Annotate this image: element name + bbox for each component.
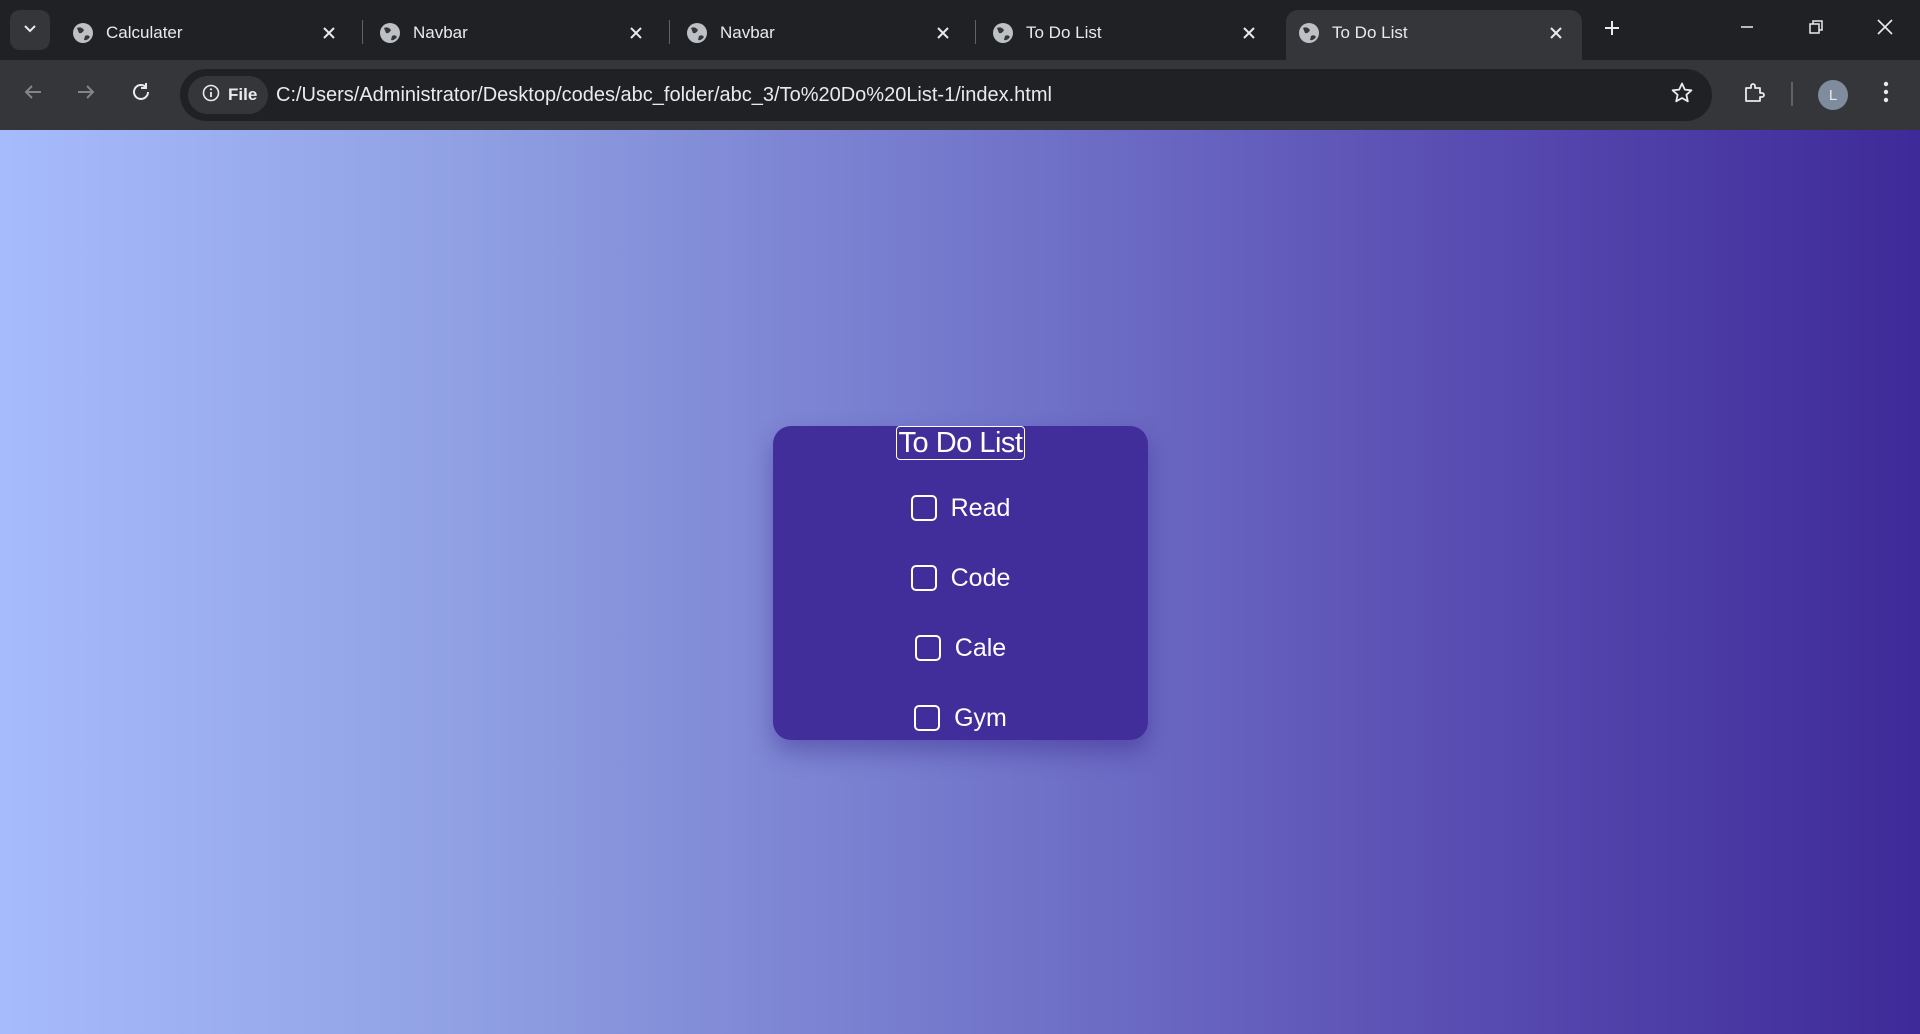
close-icon[interactable]	[624, 21, 648, 45]
todo-card: To Do List Read Code Cale Gym	[773, 426, 1148, 740]
todo-item-label: Gym	[954, 703, 1007, 732]
chevron-down-icon	[22, 20, 38, 41]
tab-separator	[669, 20, 670, 44]
todo-checkbox[interactable]	[910, 565, 937, 591]
todo-item[interactable]: Code	[773, 558, 1148, 598]
globe-icon	[379, 22, 401, 44]
bookmark-button[interactable]	[1668, 81, 1696, 109]
browser-menu-button[interactable]	[1872, 76, 1900, 112]
forward-button[interactable]	[68, 76, 104, 112]
minimize-icon	[1739, 19, 1755, 40]
todo-item-label: Cale	[954, 633, 1007, 662]
todo-item-label: Read	[950, 493, 1011, 522]
reload-icon	[130, 81, 152, 108]
todo-checkbox[interactable]	[910, 495, 937, 521]
tab-to-do-list-active[interactable]: To Do List	[1286, 10, 1582, 60]
new-tab-button[interactable]	[1596, 14, 1628, 46]
todo-item[interactable]: Cale	[773, 628, 1148, 668]
globe-icon	[1298, 22, 1320, 44]
site-info-chip[interactable]: File	[188, 76, 268, 114]
address-bar[interactable]: File C:/Users/Administrator/Desktop/code…	[180, 69, 1712, 121]
url-text[interactable]: C:/Users/Administrator/Desktop/codes/abc…	[276, 84, 1052, 106]
todo-checkbox[interactable]	[914, 635, 941, 661]
minimize-button[interactable]	[1722, 8, 1772, 50]
back-button[interactable]	[15, 76, 51, 112]
close-icon[interactable]	[931, 21, 955, 45]
tab-title: To Do List	[1026, 23, 1102, 42]
info-icon	[202, 84, 220, 107]
tab-navbar-2[interactable]: Navbar	[674, 10, 969, 60]
restore-icon	[1808, 19, 1824, 40]
page-viewport: To Do List Read Code Cale Gym	[0, 130, 1920, 1034]
more-vert-icon	[1883, 81, 1889, 108]
puzzle-icon	[1742, 80, 1766, 109]
globe-icon	[72, 22, 94, 44]
tab-title: Calculater	[106, 23, 183, 42]
tab-strip: Calculater Navbar Navbar To Do List To D…	[0, 0, 1920, 60]
browser-toolbar: File C:/Users/Administrator/Desktop/code…	[0, 60, 1920, 130]
tab-separator	[975, 20, 976, 44]
extensions-button[interactable]	[1736, 76, 1772, 112]
todo-checkbox[interactable]	[914, 705, 941, 731]
globe-icon	[992, 22, 1014, 44]
todo-item[interactable]: Gym	[773, 698, 1148, 738]
reload-button[interactable]	[123, 76, 159, 112]
close-icon[interactable]	[1544, 21, 1568, 45]
close-icon[interactable]	[1237, 21, 1261, 45]
page-title: To Do List	[895, 426, 1026, 460]
tab-to-do-list-1[interactable]: To Do List	[980, 10, 1275, 60]
scheme-label: File	[228, 85, 258, 104]
tab-title: Navbar	[413, 23, 468, 42]
todo-item-label: Code	[950, 563, 1011, 592]
plus-icon	[1603, 19, 1621, 42]
tab-calculater[interactable]: Calculater	[60, 10, 355, 60]
todo-item[interactable]: Read	[773, 488, 1148, 528]
close-icon	[1876, 18, 1894, 41]
tab-separator	[362, 20, 363, 44]
toolbar-separator	[1791, 82, 1793, 106]
tab-title: Navbar	[720, 23, 775, 42]
arrow-left-icon	[22, 81, 44, 108]
arrow-right-icon	[75, 81, 97, 108]
close-window-button[interactable]	[1860, 8, 1910, 50]
close-icon[interactable]	[317, 21, 341, 45]
globe-icon	[686, 22, 708, 44]
restore-button[interactable]	[1791, 8, 1841, 50]
star-icon	[1670, 81, 1694, 110]
tab-title: To Do List	[1332, 23, 1408, 42]
todo-title-wrap: To Do List	[773, 426, 1148, 460]
tab-navbar-1[interactable]: Navbar	[367, 10, 662, 60]
profile-avatar[interactable]: L	[1818, 80, 1848, 110]
tab-search-button[interactable]	[10, 10, 50, 50]
